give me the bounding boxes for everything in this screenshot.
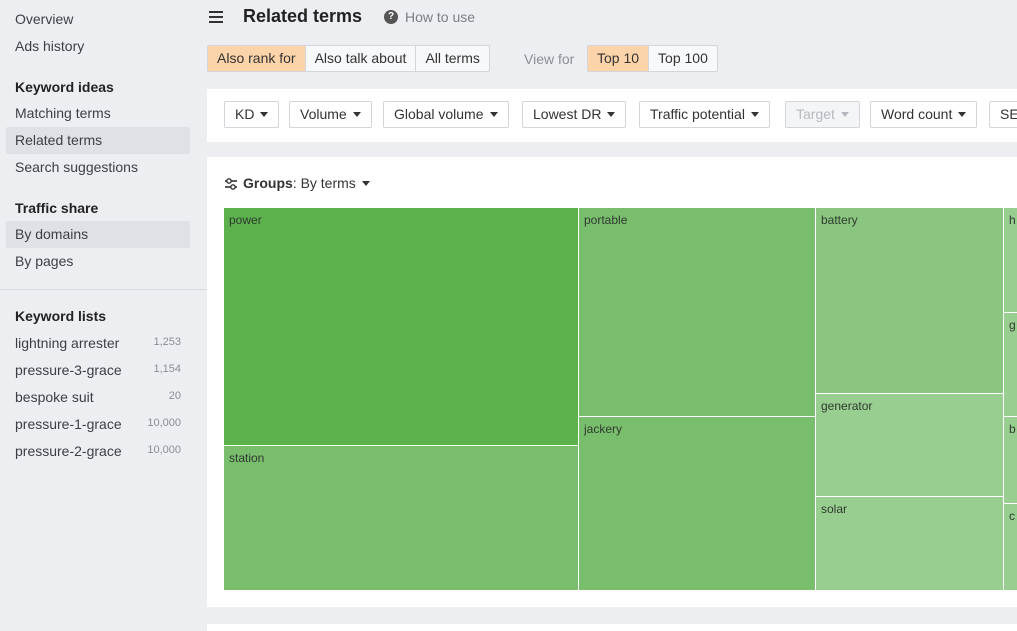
filter-se-dropdown[interactable]: SE (989, 101, 1017, 128)
sliders-icon (225, 178, 237, 191)
filter-global-volume-dropdown[interactable]: Global volume (383, 101, 509, 128)
treemap-cell-power[interactable]: power (224, 208, 579, 446)
treemap-cell-label: g (1009, 318, 1016, 332)
filter-label: Traffic potential (650, 106, 745, 122)
keyword-list-item[interactable]: pressure-3-grace 1,154 (15, 362, 181, 382)
section-heading-traffic-share: Traffic share (15, 200, 99, 216)
keyword-list-count: 10,000 (147, 444, 181, 456)
treemap-cell-jackery[interactable]: jackery (579, 417, 816, 591)
mode-tab-group: Also rank for Also talk about All terms (207, 45, 490, 72)
sidebar-item-matching-terms[interactable]: Matching terms (6, 100, 190, 127)
filter-label: Lowest DR (533, 106, 602, 122)
tab-all-terms[interactable]: All terms (416, 46, 488, 71)
caret-down-icon (260, 111, 269, 117)
section-heading-keyword-ideas: Keyword ideas (15, 79, 114, 95)
treemap-cell-generator[interactable]: generator (816, 394, 1004, 497)
page-title: Related terms (243, 6, 363, 26)
view-for-label: View for (524, 51, 575, 67)
keyword-list-count: 1,253 (153, 336, 181, 348)
help-icon[interactable]: ? (384, 10, 398, 24)
view-tab-group: Top 10 Top 100 (587, 45, 718, 72)
keyword-list-name: pressure-2-grace (15, 443, 122, 459)
filter-label: Global volume (394, 106, 484, 122)
section-heading-keyword-lists: Keyword lists (15, 308, 107, 324)
keyword-list-count: 10,000 (147, 417, 181, 429)
tab-top-100[interactable]: Top 100 (649, 46, 717, 71)
sidebar-item-by-pages[interactable]: By pages (6, 248, 190, 275)
filter-bar: KD Volume Global volume Lowest DR Traffi… (207, 89, 1017, 142)
treemap-cell-label: c (1009, 509, 1015, 523)
caret-down-icon (361, 180, 370, 186)
how-to-use-link[interactable]: How to use (405, 9, 475, 25)
treemap-cell-label: battery (821, 213, 858, 227)
caret-down-icon (958, 111, 967, 117)
treemap-cell-label: generator (821, 399, 873, 413)
sidebar-item-search-suggestions[interactable]: Search suggestions (6, 154, 190, 181)
keyword-list-item[interactable]: bespoke suit 20 (15, 389, 181, 409)
next-panel-edge (207, 624, 1017, 631)
filter-target-dropdown: Target (785, 101, 860, 128)
treemap-cell-solar[interactable]: solar (816, 497, 1004, 591)
hamburger-menu-icon[interactable] (207, 8, 225, 26)
sidebar-item-overview[interactable]: Overview (6, 6, 190, 33)
tab-also-rank-for[interactable]: Also rank for (208, 46, 306, 71)
caret-down-icon (750, 111, 759, 117)
sidebar-item-ads-history[interactable]: Ads history (6, 33, 190, 60)
treemap-cell-label: power (229, 213, 262, 227)
treemap-cell-label: b (1009, 422, 1016, 436)
filter-traffic-potential-dropdown[interactable]: Traffic potential (639, 101, 770, 128)
keyword-list-name: bespoke suit (15, 389, 94, 405)
groups-dropdown[interactable]: Groups: By terms (224, 175, 370, 191)
treemap-panel: Groups: By terms power station portable … (207, 157, 1017, 607)
treemap-cell-portable[interactable]: portable (579, 208, 816, 417)
keyword-list-name: lightning arrester (15, 335, 120, 351)
treemap-cell-label: solar (821, 502, 848, 516)
keyword-list-item[interactable]: lightning arrester 1,253 (15, 335, 181, 355)
caret-down-icon (607, 111, 616, 117)
caret-down-icon (352, 111, 361, 117)
keyword-list-item[interactable]: pressure-2-grace 10,000 (15, 443, 181, 463)
filter-word-count-dropdown[interactable]: Word count (870, 101, 978, 128)
groups-value: By terms (300, 175, 356, 191)
keyword-list-count: 20 (168, 390, 181, 402)
tab-top-10[interactable]: Top 10 (588, 46, 650, 71)
sidebar: Overview Ads history Keyword ideas Match… (0, 0, 207, 631)
tab-also-talk-about[interactable]: Also talk about (306, 46, 417, 71)
filter-label: SE (1000, 106, 1017, 122)
treemap-cell-station[interactable]: station (224, 446, 579, 591)
filter-lowest-dr-dropdown[interactable]: Lowest DR (522, 101, 627, 128)
keyword-list-count: 1,154 (153, 363, 181, 375)
caret-down-icon (489, 111, 498, 117)
treemap-cell-label: portable (584, 213, 628, 227)
filter-label: Volume (300, 106, 347, 122)
treemap-cell-h[interactable]: h (1004, 208, 1017, 313)
sidebar-item-related-terms[interactable]: Related terms (6, 127, 190, 154)
treemap-cell-label: station (229, 451, 265, 465)
keyword-list-name: pressure-1-grace (15, 416, 122, 432)
groups-label: Groups (243, 175, 293, 191)
treemap-cell-label: h (1009, 213, 1016, 227)
treemap-cell-b[interactable]: b (1004, 417, 1017, 504)
sidebar-item-by-domains[interactable]: By domains (6, 221, 190, 248)
keyword-list-item[interactable]: pressure-1-grace 10,000 (15, 416, 181, 436)
treemap-cell-g[interactable]: g (1004, 313, 1017, 417)
filter-kd-dropdown[interactable]: KD (224, 101, 280, 128)
keyword-list-name: pressure-3-grace (15, 362, 122, 378)
treemap-cell-label: jackery (584, 422, 623, 436)
treemap-cell-battery[interactable]: battery (816, 208, 1004, 394)
filter-label: Target (796, 106, 835, 122)
filter-volume-dropdown[interactable]: Volume (289, 101, 372, 128)
caret-down-icon (840, 111, 849, 117)
filter-label: KD (235, 106, 255, 122)
filter-label: Word count (881, 106, 953, 122)
sidebar-divider (0, 289, 207, 290)
treemap-cell-c[interactable]: c (1004, 504, 1017, 591)
